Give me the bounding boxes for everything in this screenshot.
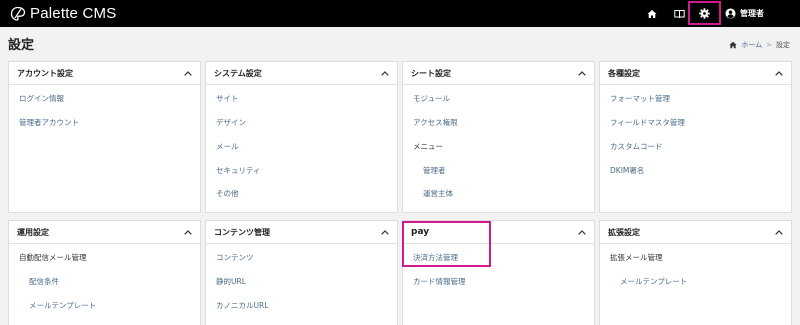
menu-link-administrator[interactable]: 管理者 <box>423 165 446 176</box>
menu-link-mail[interactable]: メール <box>216 141 239 152</box>
card-title: pay <box>411 227 430 237</box>
menu-link-access-rights[interactable]: アクセス権限 <box>413 117 458 128</box>
chevron-up-icon <box>184 229 192 235</box>
card-header[interactable]: 各種設定 <box>600 62 791 85</box>
card-title: 運用設定 <box>17 227 49 237</box>
card-account-settings: アカウント設定 ログイン情報 管理者アカウント <box>8 61 201 213</box>
card-operation-settings: 運用設定 自動配信メール管理 配信条件 メールテンプレート <box>8 220 201 325</box>
menu-group-label: メニュー <box>413 142 443 151</box>
top-navbar: Palette CMS 管理者 <box>0 0 800 27</box>
user-name: 管理者 <box>740 9 764 18</box>
breadcrumb: ホーム > 設定 <box>729 40 790 50</box>
breadcrumb-home-link[interactable]: ホーム <box>741 40 762 50</box>
card-header[interactable]: シート設定 <box>403 62 594 85</box>
chevron-up-icon <box>381 229 389 235</box>
home-icon <box>729 41 737 49</box>
user-menu[interactable]: 管理者 <box>725 4 764 23</box>
menu-link-delivery-conditions[interactable]: 配信条件 <box>29 276 59 287</box>
card-pay: pay 決済方法管理 カード情報管理 <box>402 220 595 325</box>
menu-link-login-info[interactable]: ログイン情報 <box>19 93 64 104</box>
manual-button[interactable] <box>669 4 689 23</box>
menu-link-site[interactable]: サイト <box>216 93 239 104</box>
card-title: アカウント設定 <box>17 68 73 78</box>
chevron-up-icon <box>775 229 783 235</box>
menu-link-field-master[interactable]: フィールドマスタ管理 <box>610 117 685 128</box>
chevron-up-icon <box>775 70 783 76</box>
menu-link-admin-account[interactable]: 管理者アカウント <box>19 117 79 128</box>
card-header[interactable]: pay <box>403 221 594 244</box>
menu-link-security[interactable]: セキュリティ <box>216 165 261 176</box>
home-button[interactable] <box>642 4 662 23</box>
card-contents-management: コンテンツ管理 コンテンツ 静的URL カノニカルURL <box>205 220 398 325</box>
brand-name: Palette CMS <box>30 5 117 22</box>
card-system-settings: システム設定 サイト デザイン メール セキュリティ その他 <box>205 61 398 213</box>
chevron-up-icon <box>578 70 586 76</box>
menu-group-label: 自動配信メール管理 <box>19 253 87 262</box>
gear-icon <box>699 7 710 19</box>
menu-link-format[interactable]: フォーマット管理 <box>610 93 670 104</box>
card-header[interactable]: 運用設定 <box>9 221 200 244</box>
settings-button[interactable] <box>688 1 721 25</box>
book-icon <box>673 9 685 18</box>
menu-link-ext-mail-template[interactable]: メールテンプレート <box>620 276 687 287</box>
card-header[interactable]: システム設定 <box>206 62 397 85</box>
card-header[interactable]: コンテンツ管理 <box>206 221 397 244</box>
page-title: 設定 <box>8 38 35 53</box>
menu-link-contents[interactable]: コンテンツ <box>216 252 254 263</box>
menu-link-other[interactable]: その他 <box>216 188 239 199</box>
menu-link-module[interactable]: モジュール <box>413 93 450 104</box>
user-icon <box>725 8 736 19</box>
palette-icon <box>10 6 26 21</box>
menu-link-mail-template[interactable]: メールテンプレート <box>29 300 96 311</box>
card-title: 拡張設定 <box>608 227 640 237</box>
menu-link-design[interactable]: デザイン <box>216 117 246 128</box>
card-title: コンテンツ管理 <box>214 227 270 237</box>
card-sheet-settings: シート設定 モジュール アクセス権限 メニュー 管理者 運営主体 <box>402 61 595 213</box>
card-title: 各種設定 <box>608 68 640 78</box>
menu-link-operator[interactable]: 運営主体 <box>423 188 453 199</box>
chevron-up-icon <box>578 229 586 235</box>
menu-link-card-info[interactable]: カード情報管理 <box>413 276 466 287</box>
card-header[interactable]: アカウント設定 <box>9 62 200 85</box>
menu-link-canonical-url[interactable]: カノニカルURL <box>216 300 268 311</box>
home-icon <box>647 9 657 18</box>
menu-link-static-url[interactable]: 静的URL <box>216 276 246 287</box>
card-various-settings: 各種設定 フォーマット管理 フィールドマスタ管理 カスタムコード DKIM署名 <box>599 61 792 213</box>
brand-logo[interactable]: Palette CMS <box>10 4 116 23</box>
card-header[interactable]: 拡張設定 <box>600 221 791 244</box>
chevron-up-icon <box>184 70 192 76</box>
card-title: システム設定 <box>214 68 262 78</box>
breadcrumb-separator: > <box>766 41 772 49</box>
card-title: シート設定 <box>411 68 451 78</box>
menu-group-label: 拡張メール管理 <box>610 253 663 262</box>
chevron-up-icon <box>381 70 389 76</box>
menu-link-custom-code[interactable]: カスタムコード <box>610 141 663 152</box>
menu-link-dkim[interactable]: DKIM署名 <box>610 165 644 176</box>
menu-link-payment-methods[interactable]: 決済方法管理 <box>413 252 458 263</box>
card-extension-settings: 拡張設定 拡張メール管理 メールテンプレート <box>599 220 792 325</box>
breadcrumb-current: 設定 <box>776 41 790 49</box>
